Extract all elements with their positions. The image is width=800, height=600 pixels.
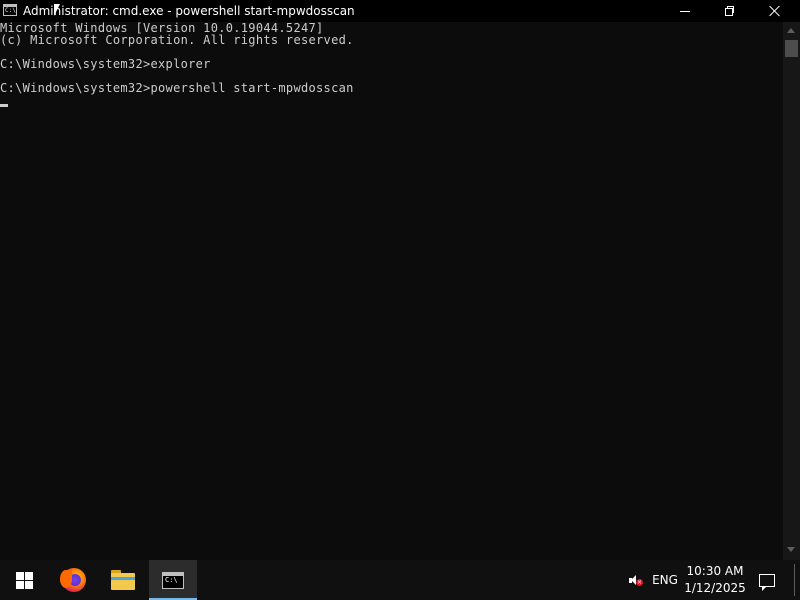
maximize-button[interactable] <box>707 0 753 22</box>
close-icon <box>769 5 781 17</box>
taskbar-firefox[interactable] <box>50 560 98 600</box>
scroll-down-icon[interactable] <box>787 547 795 552</box>
folder-icon <box>111 570 135 590</box>
cmd-icon-text: C:\ <box>165 575 178 584</box>
scroll-up-icon[interactable] <box>787 28 795 33</box>
console-line: (c) Microsoft Corporation. All rights re… <box>0 33 354 47</box>
taskbar-file-explorer[interactable] <box>99 560 147 600</box>
cmd-window: C:\ Administrator: cmd.exe - powershell … <box>0 0 800 560</box>
console-line: C:\Windows\system32>explorer <box>0 57 211 71</box>
clock-time: 10:30 AM <box>686 564 744 578</box>
console-line: C:\Windows\system32>powershell start-mpw… <box>0 81 354 95</box>
cmd-icon-text: C:\ <box>5 7 16 14</box>
show-desktop-button[interactable] <box>794 564 795 596</box>
firefox-icon <box>60 568 86 592</box>
mouse-pointer-icon <box>54 4 64 16</box>
language-label: ENG <box>652 573 678 587</box>
minimize-icon <box>680 10 690 12</box>
notification-icon <box>759 573 775 591</box>
clock[interactable]: 10:30 AM 1/12/2025 <box>684 560 746 600</box>
title-bar[interactable]: C:\ Administrator: cmd.exe - powershell … <box>0 0 800 22</box>
windows-logo-icon <box>15 571 33 589</box>
speaker-muted-icon: × <box>627 573 643 587</box>
restore-icon <box>725 6 735 16</box>
start-button[interactable] <box>0 560 48 600</box>
text-cursor <box>0 104 8 107</box>
minimize-button[interactable] <box>662 0 708 22</box>
language-indicator[interactable]: ENG <box>650 560 680 600</box>
volume-button[interactable]: × <box>622 560 648 600</box>
cmd-icon: C:\ <box>162 571 184 589</box>
console-output[interactable]: Microsoft Windows [Version 10.0.19044.52… <box>0 22 783 560</box>
cmd-icon[interactable]: C:\ <box>3 4 17 16</box>
taskbar-command-prompt[interactable]: C:\ <box>149 560 197 600</box>
close-button[interactable] <box>752 0 798 22</box>
window-title: Administrator: cmd.exe - powershell star… <box>23 4 355 18</box>
vertical-scrollbar[interactable] <box>783 22 800 560</box>
notification-center-button[interactable] <box>752 560 782 600</box>
clock-date: 1/12/2025 <box>684 581 746 595</box>
scroll-thumb[interactable] <box>785 40 798 57</box>
taskbar: C:\ × ENG 10:30 AM 1/12/2025 <box>0 560 800 600</box>
